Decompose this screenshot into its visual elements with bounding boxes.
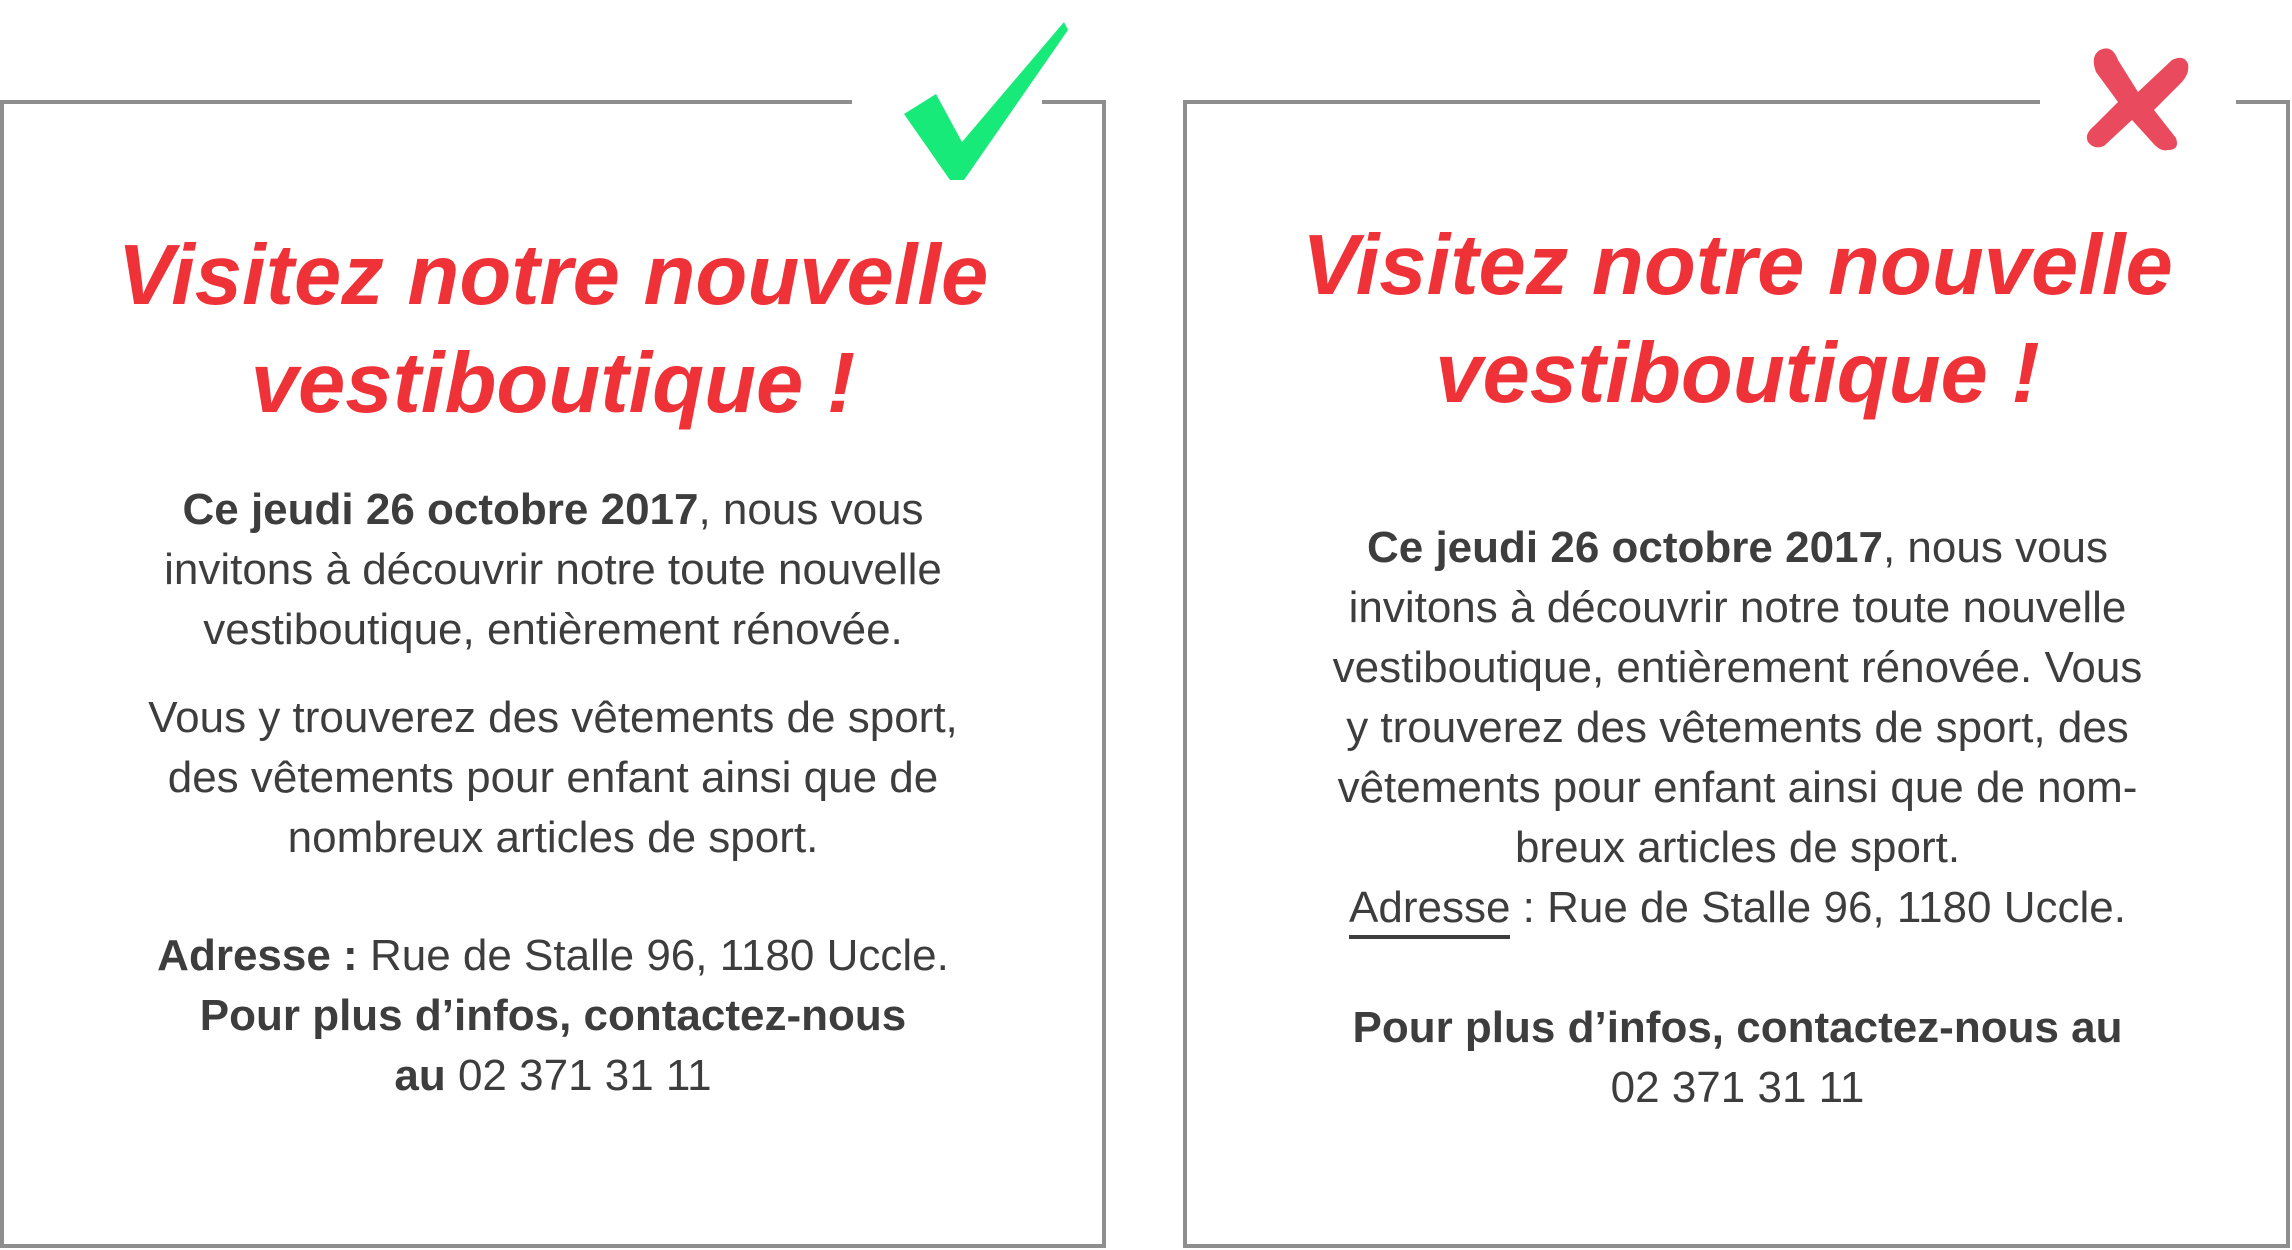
event-date: Ce jeudi 26 octobre 2017 — [1366, 523, 1883, 572]
event-date: Ce jeudi 26 octobre 2017 — [182, 485, 699, 534]
cross-icon — [2086, 48, 2189, 151]
intro-paragraph: Ce jeudi 26 octobre 2017, nous vous invi… — [0, 480, 1106, 660]
headline-line: vestiboutique ! — [1435, 326, 2040, 421]
body-text: breux articles de sport. — [1514, 823, 1961, 872]
body-text: y trouverez des vêtements de sport, des — [1346, 703, 2129, 752]
body-text: nombreux articles de sport. — [287, 813, 819, 862]
body-text: vestiboutique, entièrement rénovée. Vous — [1332, 643, 2143, 692]
body-text: vestiboutique, entièrement rénovée. — [203, 605, 903, 654]
contact-text: Pour plus d’infos, contactez-nous au — [1352, 1003, 2123, 1052]
contact-text: Pour plus d’infos, contactez-nous — [199, 991, 907, 1040]
address-label: Adresse — [1349, 883, 1511, 939]
body-text: Vous y trouverez des vêtements de sport, — [148, 693, 958, 742]
phone-number: 02 371 31 11 — [1610, 1063, 1865, 1112]
headline: Visitez notre nouvelle vestiboutique ! — [0, 222, 1106, 438]
offer-paragraph: Vous y trouverez des vêtements de sport,… — [0, 688, 1106, 868]
headline-line: vestiboutique ! — [250, 336, 856, 431]
headline: Visitez notre nouvelle vestiboutique ! — [1185, 212, 2290, 428]
headline-line: Visitez notre nouvelle — [1302, 218, 2173, 313]
body-text: , nous vous — [1882, 523, 2109, 572]
body-text: des vêtements pour enfant ainsi que de — [167, 753, 939, 802]
phone-number: 02 371 31 11 — [445, 1051, 712, 1100]
contact-paragraph: Adresse : Rue de Stalle 96, 1180 Uccle. … — [0, 926, 1106, 1106]
body-text: invitons à découvrir notre toute nouvell… — [1348, 583, 2127, 632]
bad-example-content: Visitez notre nouvelle vestiboutique ! C… — [1185, 212, 2290, 1118]
body-text: vêtements pour enfant ainsi que de nom- — [1337, 763, 2138, 812]
intro-paragraph: Ce jeudi 26 octobre 2017, nous vous invi… — [1185, 518, 2290, 939]
headline-line: Visitez notre nouvelle — [117, 228, 989, 323]
contact-text: au — [394, 1051, 446, 1100]
address-label: Adresse : — [157, 931, 358, 980]
body-text: invitons à découvrir notre toute nouvell… — [164, 545, 942, 594]
contact-paragraph: Pour plus d’infos, contactez-nous au 02 … — [1185, 998, 2290, 1118]
checkmark-icon — [904, 22, 1068, 180]
body-text: , nous vous — [698, 485, 924, 534]
good-example-content: Visitez notre nouvelle vestiboutique ! C… — [0, 222, 1106, 1106]
address-value: : Rue de Stalle 96, 1180 Uccle. — [1510, 883, 2126, 932]
address-value: Rue de Stalle 96, 1180 Uccle. — [357, 931, 949, 980]
